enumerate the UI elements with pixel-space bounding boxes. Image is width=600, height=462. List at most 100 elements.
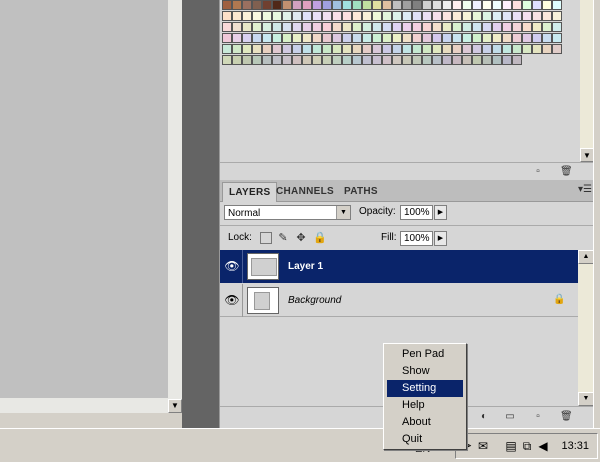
color-swatch[interactable] [502,11,512,21]
color-swatch[interactable] [502,33,512,43]
color-swatch[interactable] [332,44,342,54]
color-swatch[interactable] [232,22,242,32]
color-swatch[interactable] [252,33,262,43]
eye-icon[interactable]: 👁 [222,250,243,283]
color-swatch[interactable] [312,44,322,54]
color-swatch[interactable] [482,44,492,54]
color-swatch[interactable] [492,44,502,54]
color-swatch[interactable] [472,11,482,21]
color-swatch[interactable] [522,33,532,43]
color-swatch[interactable] [422,11,432,21]
color-swatch[interactable] [302,55,312,65]
color-swatch[interactable] [442,22,452,32]
color-swatch[interactable] [292,0,302,10]
lock-transparent-icon[interactable] [260,232,272,244]
color-swatch[interactable] [402,55,412,65]
color-swatch[interactable] [522,0,532,10]
color-swatch[interactable] [482,0,492,10]
color-swatch[interactable] [442,0,452,10]
color-swatch[interactable] [532,22,542,32]
color-swatch[interactable] [332,22,342,32]
color-swatch[interactable] [492,55,502,65]
color-swatch[interactable] [452,22,462,32]
color-swatch[interactable] [262,22,272,32]
color-swatch[interactable] [392,33,402,43]
color-swatch[interactable] [542,11,552,21]
layer-name[interactable]: Layer 1 [288,250,323,283]
color-swatch[interactable] [282,0,292,10]
color-swatch[interactable] [352,0,362,10]
color-swatch[interactable] [332,33,342,43]
color-swatch[interactable] [502,0,512,10]
color-swatch[interactable] [422,55,432,65]
color-swatch[interactable] [522,22,532,32]
color-swatch[interactable] [432,0,442,10]
color-swatch[interactable] [362,55,372,65]
color-swatch[interactable] [292,33,302,43]
color-swatch[interactable] [252,22,262,32]
document-vertical-scrollbar[interactable]: ▼ [168,0,182,413]
clock[interactable]: 13:31 [561,434,589,458]
color-swatch[interactable] [452,44,462,54]
color-swatch[interactable] [272,44,282,54]
color-swatch[interactable] [442,55,452,65]
color-swatch[interactable] [462,55,472,65]
color-swatch[interactable] [222,11,232,21]
color-swatch[interactable] [422,22,432,32]
brush-icon[interactable]: ✎ [277,232,289,244]
color-swatch[interactable] [342,55,352,65]
menu-item-quit[interactable]: Quit [387,431,463,448]
color-swatch[interactable] [242,33,252,43]
fill-slider-arrow-icon[interactable]: ▶ [434,231,447,246]
color-swatch[interactable] [452,0,462,10]
tab-channels[interactable]: CHANNELS [270,182,340,201]
color-swatch[interactable] [322,44,332,54]
color-swatch[interactable] [472,22,482,32]
color-swatch[interactable] [342,44,352,54]
color-swatch[interactable] [412,0,422,10]
color-swatch[interactable] [472,44,482,54]
color-swatch[interactable] [442,44,452,54]
color-swatch[interactable] [502,55,512,65]
color-swatch[interactable] [382,44,392,54]
color-swatch[interactable] [252,55,262,65]
swatches-scrollbar[interactable]: ▼ [580,0,594,162]
color-swatch[interactable] [352,33,362,43]
color-swatch[interactable] [402,22,412,32]
color-swatch[interactable] [352,44,362,54]
color-swatch[interactable] [232,44,242,54]
color-swatch[interactable] [262,44,272,54]
color-swatch[interactable] [362,22,372,32]
color-swatch[interactable] [552,33,562,43]
color-swatch[interactable] [432,22,442,32]
color-swatch[interactable] [432,11,442,21]
color-swatch[interactable] [342,11,352,21]
color-swatch[interactable] [422,33,432,43]
color-swatch[interactable] [382,22,392,32]
color-swatch[interactable] [452,11,462,21]
color-swatch[interactable] [362,11,372,21]
color-swatch[interactable] [242,11,252,21]
color-swatch[interactable] [462,22,472,32]
scroll-down-arrow-icon[interactable]: ▼ [580,148,594,162]
color-swatch[interactable] [292,44,302,54]
folder-icon[interactable]: ▭ [504,411,516,423]
color-swatch[interactable] [352,22,362,32]
color-swatch[interactable] [392,11,402,21]
color-swatch[interactable] [542,33,552,43]
color-swatch[interactable] [392,44,402,54]
color-swatch[interactable] [252,44,262,54]
scroll-up-arrow-icon[interactable]: ▲ [578,250,594,264]
panel-menu-icon[interactable]: ▾☰ [578,184,592,195]
color-swatch[interactable] [282,44,292,54]
color-swatch[interactable] [462,0,472,10]
color-swatch[interactable] [382,11,392,21]
color-swatch[interactable] [392,22,402,32]
color-swatch[interactable] [272,11,282,21]
color-swatch[interactable] [352,11,362,21]
color-swatch[interactable] [282,11,292,21]
color-swatch[interactable] [492,11,502,21]
color-swatch[interactable] [342,33,352,43]
color-swatch[interactable] [412,11,422,21]
color-swatch[interactable] [332,55,342,65]
